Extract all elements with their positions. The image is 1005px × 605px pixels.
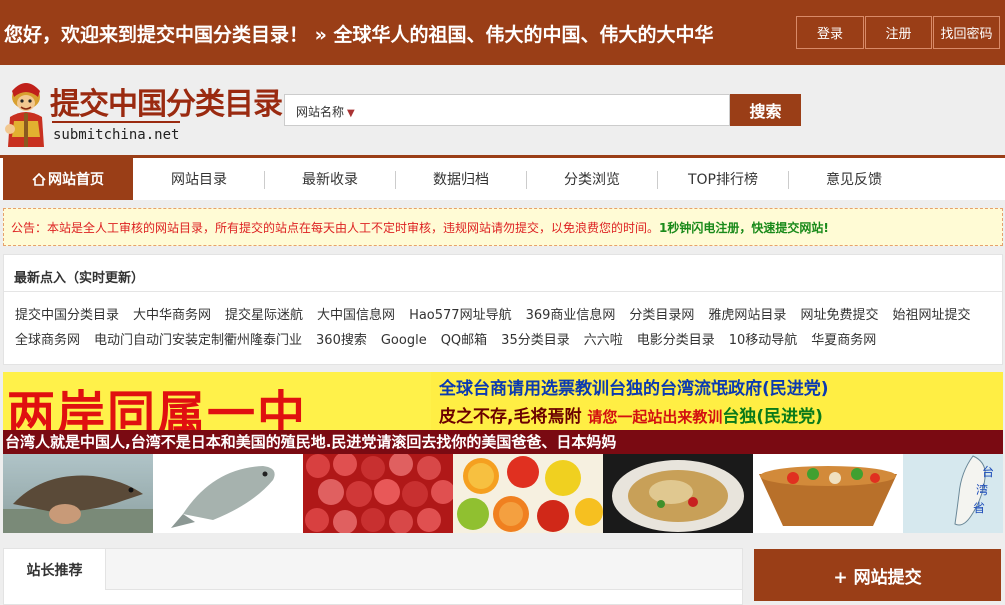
banner-photos: 台 湾 省 xyxy=(3,452,1003,533)
site-link[interactable]: 六六啦 xyxy=(584,333,623,348)
recommend-panel: 站长推荐 xyxy=(3,548,743,605)
announcement: 公告：本站是全人工审核的网站目录，所有提交的站点在每天由人工不定时审核，违规网站… xyxy=(3,208,1003,246)
fruit-photo xyxy=(303,452,455,533)
nav-item-latest[interactable]: 最新收录 xyxy=(265,158,395,200)
welcome-message: 您好，欢迎来到提交中国分类目录！ » 全球华人的祖国、伟大的中国、伟大的大中华 xyxy=(4,24,714,46)
dish-photo xyxy=(603,454,753,533)
header: 提交中国分类目录 submitchina.net 网站名称 ▼ 搜索 xyxy=(0,65,1005,155)
logo-title[interactable]: 提交中国分类目录 xyxy=(50,79,283,123)
site-link[interactable]: 始祖网址提交 xyxy=(892,308,970,323)
site-link[interactable]: 全球商务网 xyxy=(15,333,80,348)
fish-photo xyxy=(3,454,153,533)
latest-visits-title: 最新点入（实时更新） xyxy=(14,271,145,286)
banner-slogan-2: 皮之不存,毛将焉附 请您一起站出来教训台独(民进党) xyxy=(439,402,823,427)
nav-item-top-ranking[interactable]: TOP排行榜 xyxy=(658,158,788,200)
register-button[interactable]: 注册 xyxy=(865,16,932,49)
main-nav: 网站首页 网站目录 最新收录 数据归档 分类浏览 TOP排行榜 意见反馈 xyxy=(0,155,1005,200)
site-link[interactable]: 提交星际迷航 xyxy=(225,308,303,323)
recover-password-button[interactable]: 找回密码 xyxy=(933,16,1000,49)
submit-site-button[interactable]: + 网站提交 xyxy=(754,549,1001,601)
announcement-text: 公告：本站是全人工审核的网站目录，所有提交的站点在每天由人工不定时审核，违规网站… xyxy=(11,220,660,235)
home-icon xyxy=(32,172,46,186)
banner-slogan-block: 全球台商请用选票教训台独的台湾流氓政府(民进党) 皮之不存,毛将焉附 请您一起站… xyxy=(431,372,1003,430)
top-bar: 您好，欢迎来到提交中国分类目录！ » 全球华人的祖国、伟大的中国、伟大的大中华 … xyxy=(0,0,1005,65)
quick-register-link[interactable]: 1秒钟闪电注册，快速提交网站! xyxy=(659,219,829,236)
nav-item-home[interactable]: 网站首页 xyxy=(3,158,133,200)
nav-item-archive[interactable]: 数据归档 xyxy=(396,158,526,200)
site-link[interactable]: QQ邮箱 xyxy=(441,333,487,348)
login-button[interactable]: 登录 xyxy=(796,16,864,49)
latest-visits-panel: 最新点入（实时更新） 提交中国分类目录 大中华商务网 提交星际迷航 大中国信息网 Hao… xyxy=(3,254,1003,365)
divider xyxy=(4,291,1002,292)
site-link[interactable]: Hao577网址导航 xyxy=(409,308,512,323)
chevron-down-icon: ▼ xyxy=(347,108,355,119)
logo-url: submitchina.net xyxy=(53,127,180,143)
monkey-king-logo-icon[interactable] xyxy=(4,77,50,149)
site-link[interactable]: 大中华商务网 xyxy=(133,308,211,323)
site-link[interactable]: 华夏商务网 xyxy=(811,333,876,348)
site-link[interactable]: 提交中国分类目录 xyxy=(15,308,119,323)
site-link[interactable]: 分类目录网 xyxy=(629,308,694,323)
banner-slogan-2c: 台独(民进党) xyxy=(722,407,823,427)
banner-slogan-1: 全球台商请用选票教训台独的台湾流氓政府(民进党) xyxy=(439,379,829,399)
site-link[interactable]: 电动门自动门安装定制衢州隆泰门业 xyxy=(94,333,302,348)
logo-underline xyxy=(52,121,180,123)
site-link[interactable]: 35分类目录 xyxy=(501,333,570,348)
latest-links-row-1: 提交中国分类目录 大中华商务网 提交星际迷航 大中国信息网 Hao577网址导航 369商… xyxy=(15,304,984,323)
banner-slogan-2b: 请您一起站出来教训 xyxy=(587,408,723,426)
latest-links-row-2: 全球商务网 电动门自动门安装定制衢州隆泰门业 360搜索 Google QQ邮箱 35分类… xyxy=(15,329,890,348)
political-banner[interactable]: 两岸同属一中 全球台商请用选票教训台独的台湾流氓政府(民进党) 皮之不存,毛将焉… xyxy=(3,372,1003,533)
site-link[interactable]: 369商业信息网 xyxy=(526,308,616,323)
site-link[interactable]: 网址免费提交 xyxy=(800,308,878,323)
site-link[interactable]: 10移动导航 xyxy=(729,333,798,348)
map-label-2: 湾 xyxy=(976,482,988,497)
map-label-1: 台 xyxy=(982,464,994,479)
map-label-3: 省 xyxy=(973,501,985,515)
site-link[interactable]: 360搜索 xyxy=(316,333,367,348)
site-link[interactable]: 大中国信息网 xyxy=(317,308,395,323)
citrus-photo xyxy=(453,454,603,533)
search-button[interactable]: 搜索 xyxy=(730,94,801,126)
taiwan-map: 台 湾 省 xyxy=(903,454,1003,533)
search-type-select[interactable]: 网站名称 ▼ xyxy=(296,103,355,120)
search-input[interactable]: 网站名称 ▼ xyxy=(284,94,730,126)
tab-recommend[interactable]: 站长推荐 xyxy=(4,549,106,590)
tab-bar xyxy=(106,549,742,590)
banner-slogan-2a: 皮之不存,毛将焉附 xyxy=(439,407,582,427)
site-link[interactable]: 雅虎网站目录 xyxy=(708,308,786,323)
fish-white-photo xyxy=(153,454,303,533)
site-link[interactable]: Google xyxy=(381,333,427,348)
nav-item-label: 网站首页 xyxy=(48,172,104,188)
search-type-label: 网站名称 xyxy=(296,105,345,119)
site-link[interactable]: 电影分类目录 xyxy=(637,333,715,348)
nav-item-feedback[interactable]: 意见反馈 xyxy=(789,158,919,200)
banner-strip: 台湾人就是中国人,台湾不是日本和美国的殖民地.民进党请滚回去找你的美国爸爸、日本… xyxy=(3,430,1003,454)
salad-photo xyxy=(753,454,903,533)
nav-item-directory[interactable]: 网站目录 xyxy=(134,158,264,200)
banner-headline-block: 两岸同属一中 xyxy=(3,372,431,442)
nav-item-categories[interactable]: 分类浏览 xyxy=(527,158,657,200)
